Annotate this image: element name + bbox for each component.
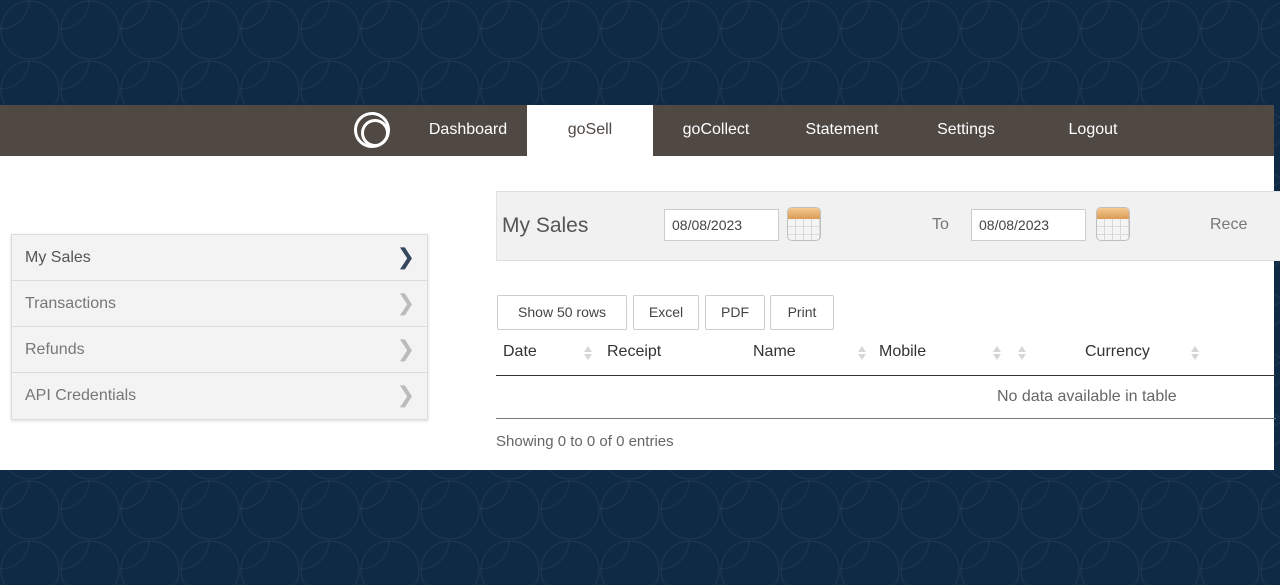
excel-button[interactable]: Excel xyxy=(633,295,699,330)
date-filter-bar: My Sales To Rece xyxy=(496,191,1280,261)
receipt-filter-label: Rece xyxy=(1210,216,1248,233)
column-header-date[interactable]: Date xyxy=(503,343,537,361)
section-title: My Sales xyxy=(502,214,589,237)
table-header-divider xyxy=(496,375,1276,376)
pdf-button[interactable]: PDF xyxy=(705,295,765,330)
chevron-right-icon: ❯ xyxy=(396,337,415,362)
from-date-input[interactable] xyxy=(664,209,779,241)
sidebar-item-refunds[interactable]: Refunds ❯ xyxy=(12,327,427,373)
calendar-icon[interactable] xyxy=(787,207,821,241)
to-date-input[interactable] xyxy=(971,209,1086,241)
main-panel: My Sales ❯ Transactions ❯ Refunds ❯ API … xyxy=(0,156,1280,470)
chevron-right-icon: ❯ xyxy=(396,291,415,316)
calendar-icon[interactable] xyxy=(1096,207,1130,241)
table-info: Showing 0 to 0 of 0 entries xyxy=(496,433,674,450)
show-rows-button[interactable]: Show 50 rows xyxy=(497,295,627,330)
to-label: To xyxy=(932,216,949,233)
logo-icon[interactable] xyxy=(354,112,390,148)
column-header-currency[interactable]: Currency xyxy=(1085,343,1150,361)
sort-icon[interactable] xyxy=(584,345,592,361)
sort-icon[interactable] xyxy=(993,345,1001,361)
sidebar-item-label: Refunds xyxy=(25,341,85,358)
empty-table-message: No data available in table xyxy=(997,388,1177,405)
sidebar-menu: My Sales ❯ Transactions ❯ Refunds ❯ API … xyxy=(11,234,428,420)
sort-icon[interactable] xyxy=(1018,345,1026,361)
nav-statement[interactable]: Statement xyxy=(786,105,898,156)
chevron-right-icon: ❯ xyxy=(396,383,415,408)
column-header-receipt[interactable]: Receipt xyxy=(607,343,661,361)
sidebar-item-api-credentials[interactable]: API Credentials ❯ xyxy=(12,373,427,419)
column-header-mobile[interactable]: Mobile xyxy=(879,343,926,361)
table-body-divider xyxy=(496,418,1276,419)
sort-icon[interactable] xyxy=(1191,345,1199,361)
top-navbar: Dashboard goSell goCollect Statement Set… xyxy=(0,105,1274,156)
nav-logout[interactable]: Logout xyxy=(1046,105,1140,156)
nav-gosell[interactable]: goSell xyxy=(527,105,653,156)
sidebar-item-label: API Credentials xyxy=(25,387,137,404)
nav-gocollect[interactable]: goCollect xyxy=(662,105,770,156)
sidebar-item-transactions[interactable]: Transactions ❯ xyxy=(12,281,427,327)
nav-dashboard[interactable]: Dashboard xyxy=(410,105,526,156)
chevron-right-icon: ❯ xyxy=(396,245,415,270)
sort-icon[interactable] xyxy=(858,345,866,361)
print-button[interactable]: Print xyxy=(770,295,834,330)
nav-settings[interactable]: Settings xyxy=(918,105,1014,156)
sidebar-item-label: My Sales xyxy=(25,249,91,266)
sidebar-item-my-sales[interactable]: My Sales ❯ xyxy=(12,235,427,281)
column-header-name[interactable]: Name xyxy=(753,343,796,361)
sidebar-item-label: Transactions xyxy=(25,295,116,312)
